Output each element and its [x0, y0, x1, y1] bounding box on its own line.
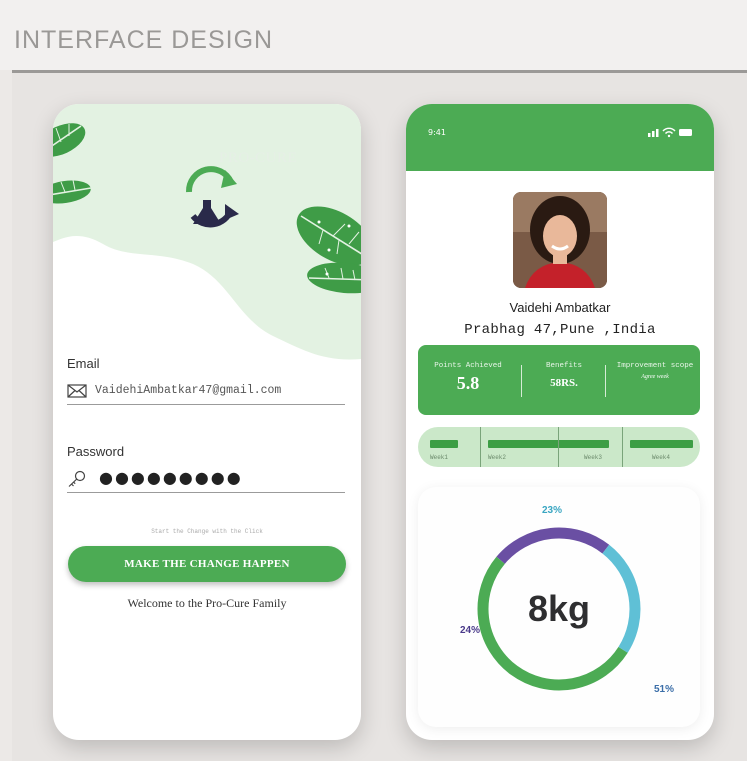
stat-improvement-label: Improvement scope [616, 362, 694, 370]
stat-divider [605, 365, 606, 397]
login-screen: PRO-CURE Email VaidehiAmbatkar47@gmail.c… [53, 104, 361, 740]
user-name: Vaidehi Ambatkar [509, 300, 611, 315]
email-field[interactable]: VaidehiAmbatkar47@gmail.com [67, 380, 345, 405]
password-label: Password [67, 444, 125, 459]
stat-improvement-note: Agree week [641, 374, 669, 380]
wifi-icon [662, 127, 676, 135]
stat-points-value: 5.8 [456, 373, 480, 393]
login-header-art [53, 104, 361, 360]
week-progress-bar [430, 440, 458, 448]
week-divider [558, 427, 559, 467]
make-change-button[interactable]: MAKE THE CHANGE HAPPEN [68, 546, 346, 582]
signal-icon [648, 129, 659, 137]
stats-panel: Points Achieved 5.8 Benefits 58RS. Impro… [418, 345, 700, 415]
password-value: ●●●●●●●●● [99, 468, 243, 487]
donut-segment [602, 544, 641, 653]
page-title: INTERFACE DESIGN [14, 26, 274, 54]
header-divider [12, 70, 747, 73]
donut-segment-label: 23% [542, 505, 562, 516]
stat-benefits-label: Benefits [545, 362, 582, 370]
avatar-photo [513, 192, 607, 288]
welcome-text: Welcome to the Pro-Cure Family [127, 596, 287, 610]
weight-donut-chart: 8kg 23% 51% 24% [460, 505, 674, 695]
battery-icon [679, 129, 692, 136]
week-label: Week3 [584, 454, 603, 461]
week-progress-bar [630, 440, 693, 448]
week-label: Week4 [652, 454, 671, 461]
status-icons [648, 127, 692, 138]
tagline: Start the Change with the Click [151, 528, 263, 535]
mail-icon [67, 384, 87, 398]
user-location: Prabhag 47,Pune ,India [464, 322, 656, 338]
week-label: Week1 [430, 454, 449, 461]
weight-progress-card: 8kg 23% 51% 24% [418, 487, 700, 727]
week-progress-bar [566, 440, 609, 448]
week-divider [480, 427, 481, 467]
profile-screen: 9:41 Vaidehi Ambatkar Prabhag 47,Pune ,I… [406, 104, 714, 740]
profile-avatar[interactable] [513, 192, 607, 288]
brand-name: PRO-CURE [219, 150, 298, 166]
email-value: VaidehiAmbatkar47@gmail.com [95, 384, 282, 397]
donut-segment [496, 527, 610, 564]
status-time: 9:41 [428, 128, 446, 137]
weekly-progress-strip: Week1 Week2 Week3 Week4 [418, 427, 700, 467]
week-divider [622, 427, 623, 467]
stat-points-label: Points Achieved [434, 362, 502, 370]
email-label: Email [67, 356, 100, 371]
donut-segment-label: 51% [654, 684, 674, 695]
stat-points: Points Achieved 5.8 [418, 345, 518, 415]
donut-segment-label: 24% [460, 625, 480, 636]
week-label: Week2 [488, 454, 507, 461]
donut-center-value: 8kg [528, 588, 590, 629]
stat-benefits: Benefits 58RS. [526, 345, 602, 415]
stat-benefits-value: 58RS. [550, 377, 578, 389]
stat-divider [521, 365, 522, 397]
stat-improvement: Improvement scope Agree week [610, 345, 700, 415]
password-field[interactable]: ●●●●●●●●● [67, 468, 345, 493]
key-icon [68, 470, 86, 487]
